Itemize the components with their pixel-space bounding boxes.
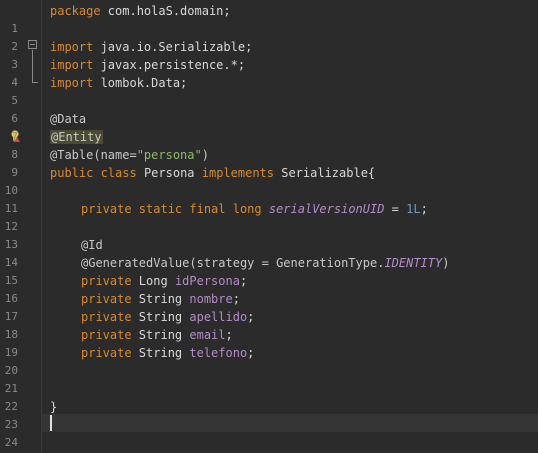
semicolon: ; [225, 328, 233, 342]
code-line[interactable]: 15 @GeneratedValue(strategy = Generation… [0, 254, 538, 287]
code-text: @Table(name="persona") [50, 146, 209, 164]
code-line[interactable]: 19 private String email; [0, 326, 538, 359]
code-text: import javax.persistence.*; [50, 56, 245, 74]
code-line[interactable]: 11 [0, 182, 538, 215]
code-text: @Entity [50, 128, 103, 146]
keyword: package [50, 4, 101, 18]
code-line[interactable]: 13 [0, 218, 538, 251]
code-line[interactable]: 23 } [0, 398, 538, 431]
semicolon: ; [232, 292, 240, 306]
code-line[interactable]: 5 import lombok.Data; [0, 74, 538, 107]
annotation: @Table(name= [50, 148, 137, 162]
code-text: import lombok.Data; [50, 74, 187, 92]
code-text: private static final long serialVersionU… [81, 200, 428, 218]
code-line[interactable]: 17 private String nombre; [0, 290, 538, 323]
field-name: idPersona [174, 274, 240, 288]
code-text: package com.holaS.domain; [50, 2, 231, 20]
type-name: String [131, 292, 190, 306]
code-text: private Long idPersona; [81, 272, 247, 290]
field-name: email [189, 328, 226, 342]
code-line[interactable]: 8 @Entity [0, 128, 538, 161]
code-text: private String nombre; [81, 290, 240, 308]
keyword: private [81, 328, 132, 342]
interface-name: Serializable{ [274, 166, 376, 180]
code-line[interactable]: 12 private static final long serialVersi… [0, 200, 538, 233]
static-field: serialVersionUID [261, 202, 385, 216]
keyword: import [50, 58, 94, 72]
keyword: private [81, 310, 132, 324]
type-name: Long [131, 274, 175, 288]
code-text: private String email; [81, 326, 233, 344]
type-name: String [131, 328, 190, 342]
import-path: java.io.Serializable; [93, 40, 253, 54]
keyword: import [50, 40, 94, 54]
class-name: Persona [136, 166, 202, 180]
code-text: @GeneratedValue(strategy = GenerationTyp… [81, 254, 449, 272]
code-line[interactable]: 4 import javax.persistence.*; [0, 56, 538, 89]
enum-constant: IDENTITY [384, 256, 443, 270]
semicolon: ; [420, 202, 428, 216]
field-name: nombre [189, 292, 233, 306]
number-literal: 1L [406, 202, 421, 216]
code-text: private String apellido; [81, 308, 254, 326]
semicolon: ; [239, 274, 248, 288]
keyword: private [81, 292, 132, 306]
semicolon: ; [247, 310, 255, 324]
annotation: @GeneratedValue(strategy = GenerationTyp… [81, 256, 385, 270]
code-text: private String telefono; [81, 344, 254, 362]
keyword: public [50, 166, 94, 180]
code-line[interactable]: 16 private Long idPersona; [0, 272, 538, 305]
operator: = [384, 202, 407, 216]
keyword: private [81, 274, 132, 288]
field-name: apellido [189, 310, 248, 324]
code-line[interactable]: 20 private String telefono; [0, 344, 538, 377]
string-literal: "persona" [136, 148, 202, 162]
code-text: import java.io.Serializable; [50, 38, 252, 56]
code-line[interactable]: 1 package com.holaS.domain; [0, 2, 538, 35]
code-text: public class Persona implements Serializ… [50, 164, 375, 182]
type-name: String [131, 346, 190, 360]
code-line[interactable]: 9 @Table(name="persona") [0, 146, 538, 179]
code-line[interactable]: 22 [0, 380, 538, 413]
code-editor[interactable]: 1 package com.holaS.domain; 2 3 import j… [0, 0, 538, 453]
semicolon: ; [247, 346, 255, 360]
package-name: com.holaS.domain; [100, 4, 231, 18]
code-line[interactable]: 14 @Id [0, 236, 538, 269]
code-line[interactable]: 21 [0, 362, 538, 395]
import-path: lombok.Data; [93, 76, 188, 90]
keyword: class [93, 166, 137, 180]
keyword: import [50, 76, 94, 90]
code-line[interactable]: 2 [0, 20, 538, 53]
code-line[interactable]: 18 private String apellido; [0, 308, 538, 341]
annotation-close: ) [442, 256, 450, 270]
code-line[interactable]: 24 [0, 416, 538, 449]
code-line[interactable]: 7 @Data [0, 110, 538, 143]
annotation-highlighted: @Entity [50, 130, 103, 144]
annotation-close: ) [201, 148, 209, 162]
keyword: private [81, 346, 132, 360]
closing-brace: } [50, 400, 58, 414]
keyword: implements [201, 166, 274, 180]
annotation: @Id [81, 238, 103, 252]
line-number: 24 [4, 436, 18, 449]
code-line[interactable]: 3 import java.io.Serializable; [0, 38, 538, 71]
import-path: javax.persistence.*; [93, 58, 246, 72]
code-line[interactable]: 10 public class Persona implements Seria… [0, 164, 538, 197]
keyword: private static final long [81, 202, 262, 216]
code-line[interactable]: 6 [0, 92, 538, 125]
type-name: String [131, 310, 190, 324]
text-caret [50, 415, 52, 431]
field-name: telefono [189, 346, 248, 360]
annotation: @Data [50, 112, 87, 126]
